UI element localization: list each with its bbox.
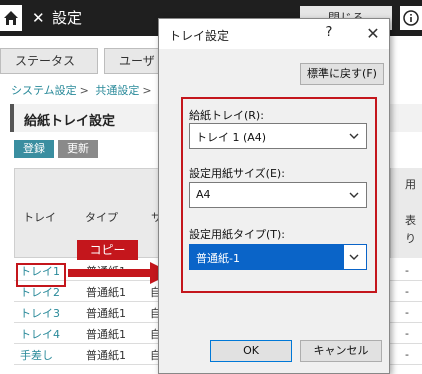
info-icon <box>403 10 419 26</box>
chevron-down-icon <box>349 133 359 139</box>
ok-button[interactable]: OK <box>210 340 292 362</box>
right-header-label: り <box>405 232 416 245</box>
tray-link[interactable]: トレイ4 <box>20 326 60 342</box>
breadcrumb-common-settings[interactable]: 共通設定 <box>95 84 139 97</box>
tab-status[interactable]: ステータス <box>0 48 98 74</box>
section-title: 給紙トレイ設定 <box>24 114 116 129</box>
right-header-label: 表 <box>405 214 416 227</box>
help-button[interactable]: ? <box>321 25 337 43</box>
right-header-label: 用 <box>405 178 416 191</box>
type-cell: 普通紙1 <box>86 328 126 341</box>
dash-cell: - <box>405 264 409 277</box>
column-header-type: タイプ <box>85 211 118 224</box>
chevron-down-icon <box>349 254 359 260</box>
tray-link[interactable]: 手差し <box>20 347 53 363</box>
tray-settings-dialog: トレイ設定 ? ✕ 標準に戻す(F) 給紙トレイ(R): トレイ 1 (A4) … <box>158 18 390 374</box>
type-cell: 普通紙1 <box>86 286 126 299</box>
register-button[interactable]: 登録 <box>14 140 54 158</box>
paper-size-value: A4 <box>196 188 211 201</box>
dash-cell: - <box>405 285 409 298</box>
home-button[interactable] <box>0 5 22 31</box>
home-icon <box>4 11 18 25</box>
dash-cell: - <box>405 348 409 361</box>
arrow-right-icon <box>68 262 172 284</box>
paper-size-select[interactable]: A4 <box>189 182 367 208</box>
dialog-titlebar: トレイ設定 ? ✕ <box>159 19 389 49</box>
paper-type-select[interactable]: 普通紙-1 <box>189 244 367 270</box>
breadcrumb: システム設定> 共通設定> 用 <box>11 82 169 98</box>
app-title: 設定 <box>52 9 83 27</box>
breadcrumb-system-settings[interactable]: システム設定 <box>11 84 77 97</box>
tray-link[interactable]: トレイ3 <box>20 305 60 321</box>
close-icon[interactable]: ✕ <box>363 24 383 44</box>
copy-callout: コピー <box>77 240 138 260</box>
update-button[interactable]: 更新 <box>58 140 98 158</box>
type-cell: 普通紙1 <box>86 307 126 320</box>
reset-defaults-button[interactable]: 標準に戻す(F) <box>300 63 384 85</box>
column-header-tray: トレイ <box>23 211 56 224</box>
breadcrumb-separator: > <box>79 84 89 97</box>
dash-cell: - <box>405 327 409 340</box>
breadcrumb-separator: > <box>142 84 152 97</box>
wrench-icon: ✕ <box>32 9 45 27</box>
type-cell: 普通紙1 <box>86 349 126 362</box>
dash-cell: - <box>405 306 409 319</box>
paper-tray-value: トレイ 1 (A4) <box>196 131 267 144</box>
paper-size-label: 設定用紙サイズ(E): <box>189 167 285 180</box>
paper-tray-select[interactable]: トレイ 1 (A4) <box>189 123 367 149</box>
cancel-button[interactable]: キャンセル <box>300 340 382 362</box>
paper-type-value: 普通紙-1 <box>196 252 240 265</box>
chevron-down-icon <box>349 192 359 198</box>
paper-tray-label: 給紙トレイ(R): <box>189 109 264 122</box>
info-button[interactable] <box>400 6 422 30</box>
dialog-title: トレイ設定 <box>169 29 230 43</box>
paper-type-label: 設定用紙タイプ(T): <box>189 228 286 241</box>
highlight-box <box>16 263 66 287</box>
